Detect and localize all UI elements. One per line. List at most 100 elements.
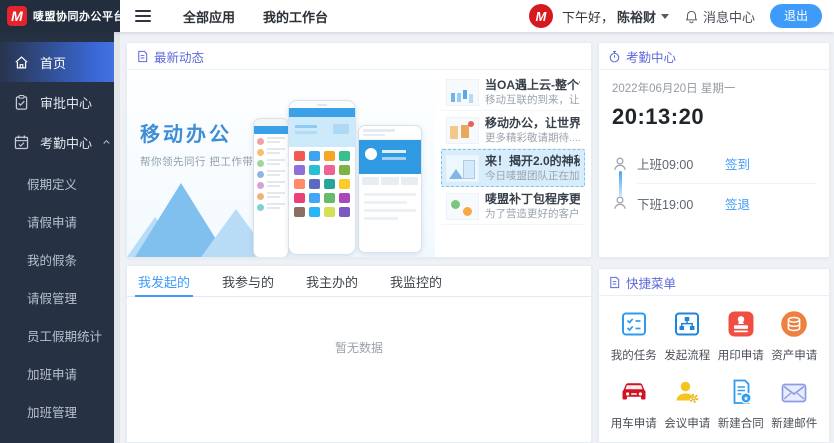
username: 陈裕财 <box>617 7 656 26</box>
sidebar-subitem-employee-vacation-stats[interactable]: 员工假期统计 <box>0 318 120 356</box>
contract-document-icon: ★ <box>726 377 756 407</box>
news-list-item-selected[interactable]: 来！揭开2.0的神秘面纱- 今日唛盟团队正在加班加点， <box>441 149 585 187</box>
quick-menu-label: 用车申请 <box>611 415 657 431</box>
quick-menu-label: 用印申请 <box>718 347 764 363</box>
news-list: 当OA遇上云-整个协同OA 移动互联的到来，让OA与云 移动办公，让世界触手可 … <box>435 70 591 257</box>
news-title: 唛盟补丁包程序更新 <box>485 192 580 207</box>
sidebar-item-approval-center[interactable]: 审批中心 <box>0 82 120 122</box>
quick-menu-label: 我的任务 <box>611 347 657 363</box>
sidebar-subitem-vacation-definition[interactable]: 假期定义 <box>0 166 120 204</box>
logout-button[interactable]: 退出 <box>770 4 822 28</box>
sidebar-subitem-overtime-management[interactable]: 加班管理 <box>0 394 120 432</box>
banner-phone-contacts <box>253 118 289 257</box>
news-desc: 更多精彩敬请期待....... <box>485 131 580 145</box>
sidebar-subitem-leave-management[interactable]: 请假管理 <box>0 280 120 318</box>
attendance-clock: 20:13:20 <box>612 104 816 130</box>
user-avatar[interactable]: M <box>529 4 553 28</box>
sidebar-subitem-overtime-request[interactable]: 加班申请 <box>0 356 120 394</box>
home-icon <box>13 53 31 71</box>
timeline-connector <box>619 171 622 197</box>
news-thumbnail <box>446 117 479 144</box>
tab-initiated-by-me[interactable]: 我发起的 <box>135 266 193 296</box>
task-tabs: 我发起的 我参与的 我主办的 我监控的 <box>127 266 591 297</box>
sidebar-subitem-leave-request[interactable]: 请假申请 <box>0 204 120 242</box>
sidebar-item-label: 审批中心 <box>40 93 112 112</box>
attendance-panel: 考勤中心 2022年06月20日 星期一 20:13:20 上班09:00 签到… <box>598 42 830 258</box>
message-center-button[interactable]: 消息中心 <box>684 7 755 26</box>
nav-my-workspace[interactable]: 我的工作台 <box>263 7 328 26</box>
news-desc: 为了营造更好的客户体验，唛 <box>485 207 580 221</box>
logo-icon: M <box>7 6 27 26</box>
tab-hosted-by-me[interactable]: 我主办的 <box>303 266 361 296</box>
empty-state-text: 暂无数据 <box>127 297 591 356</box>
panel-title: 最新动态 <box>154 47 204 66</box>
hamburger-menu-icon[interactable] <box>131 6 155 26</box>
quick-menu-item-new-mail[interactable]: 新建邮件 <box>768 377 822 431</box>
quick-menu-label: 会议申请 <box>664 415 710 431</box>
quick-menu-label: 新建邮件 <box>771 415 817 431</box>
document-icon <box>608 276 621 289</box>
quick-menu-item-car-request[interactable]: 用车申请 <box>607 377 661 431</box>
app-title: 唛盟协同办公平台 <box>33 8 125 24</box>
quick-menu-item-asset-request[interactable]: 资产申请 <box>768 309 822 363</box>
mail-envelope-icon <box>779 377 809 407</box>
calendar-icon <box>13 133 31 151</box>
quick-menu-item-new-contract[interactable]: ★ 新建合同 <box>714 377 768 431</box>
check-out-row: 下班19:00 签退 <box>612 183 816 222</box>
attendance-date: 2022年06月20日 星期一 <box>612 80 816 96</box>
sidebar-scrollbar[interactable] <box>114 32 120 443</box>
quick-menu-header: 快捷菜单 <box>599 269 829 296</box>
quick-menu-item-meeting-request[interactable]: 会议申请 <box>661 377 715 431</box>
check-in-label: 上班09:00 <box>637 154 707 173</box>
banner-phone-profile <box>358 125 422 253</box>
chevron-up-icon <box>101 136 112 148</box>
car-icon <box>619 377 649 407</box>
sidebar-item-attendance-center[interactable]: 考勤中心 <box>0 122 120 162</box>
bell-icon <box>684 9 699 24</box>
sidebar-item-label: 首页 <box>40 53 112 72</box>
stopwatch-icon <box>608 50 621 63</box>
top-header: M 唛盟协同办公平台 全部应用 我的工作台 M 下午好，陈裕财 消息中心 退出 <box>0 0 834 32</box>
check-in-row: 上班09:00 签到 <box>612 144 816 183</box>
check-out-link[interactable]: 签退 <box>725 194 750 213</box>
nav-all-apps[interactable]: 全部应用 <box>183 7 235 26</box>
flow-icon <box>672 309 702 339</box>
quick-menu-label: 发起流程 <box>664 347 710 363</box>
news-list-item[interactable]: 移动办公，让世界触手可 更多精彩敬请期待....... <box>441 111 585 149</box>
message-center-label: 消息中心 <box>703 7 755 26</box>
sidebar-subitem-my-leave-notes[interactable]: 我的假条 <box>0 242 120 280</box>
tab-participated-by-me[interactable]: 我参与的 <box>219 266 277 296</box>
sidebar: 首页 审批中心 考勤中心 假期定义 请假申请 我的假条 请假管理 员工假期统计 … <box>0 32 120 443</box>
news-list-item[interactable]: 唛盟补丁包程序更新 为了营造更好的客户体验，唛 <box>441 187 585 225</box>
news-thumbnail <box>446 155 479 182</box>
sidebar-item-label: 考勤中心 <box>40 133 92 152</box>
tasks-icon <box>619 309 649 339</box>
top-nav: 全部应用 我的工作台 <box>183 7 328 26</box>
attendance-submenu: 假期定义 请假申请 我的假条 请假管理 员工假期统计 加班申请 加班管理 <box>0 166 120 432</box>
tab-monitored-by-me[interactable]: 我监控的 <box>387 266 445 296</box>
news-thumbnail <box>446 193 479 220</box>
quick-menu-item-my-tasks[interactable]: 我的任务 <box>607 309 661 363</box>
sidebar-item-home[interactable]: 首页 <box>0 42 120 82</box>
latest-news-panel: 最新动态 移动办公 帮你领先同行 把工作带出办公室 <box>126 42 592 258</box>
user-menu[interactable]: 下午好，陈裕财 <box>562 7 669 26</box>
news-desc: 今日唛盟团队正在加班加点， <box>485 169 580 183</box>
person-icon <box>612 156 628 172</box>
greeting-text: 下午好， <box>562 7 614 26</box>
latest-news-header: 最新动态 <box>127 43 591 70</box>
check-in-link[interactable]: 签到 <box>725 154 750 173</box>
quick-menu-panel: 快捷菜单 我的任务 发起流程 用印申请 资产申请 用车申请 会议申请 ★ 新建 <box>598 268 830 443</box>
promo-banner[interactable]: 移动办公 帮你领先同行 把工作带出办公室 <box>127 70 435 257</box>
quick-menu-label: 资产申请 <box>771 347 817 363</box>
banner-headline: 移动办公 <box>140 118 232 147</box>
panel-title: 考勤中心 <box>626 47 676 66</box>
stamp-icon <box>726 309 756 339</box>
news-title: 移动办公，让世界触手可 <box>485 116 580 131</box>
quick-menu-item-start-flow[interactable]: 发起流程 <box>661 309 715 363</box>
quick-menu-grid: 我的任务 发起流程 用印申请 资产申请 用车申请 会议申请 ★ 新建合同 新建邮 <box>599 296 829 431</box>
news-desc: 移动互联的到来，让OA与云 <box>485 93 580 107</box>
document-icon <box>136 50 149 63</box>
quick-menu-item-seal-request[interactable]: 用印申请 <box>714 309 768 363</box>
clipboard-icon <box>13 93 31 111</box>
news-list-item[interactable]: 当OA遇上云-整个协同OA 移动互联的到来，让OA与云 <box>441 73 585 111</box>
